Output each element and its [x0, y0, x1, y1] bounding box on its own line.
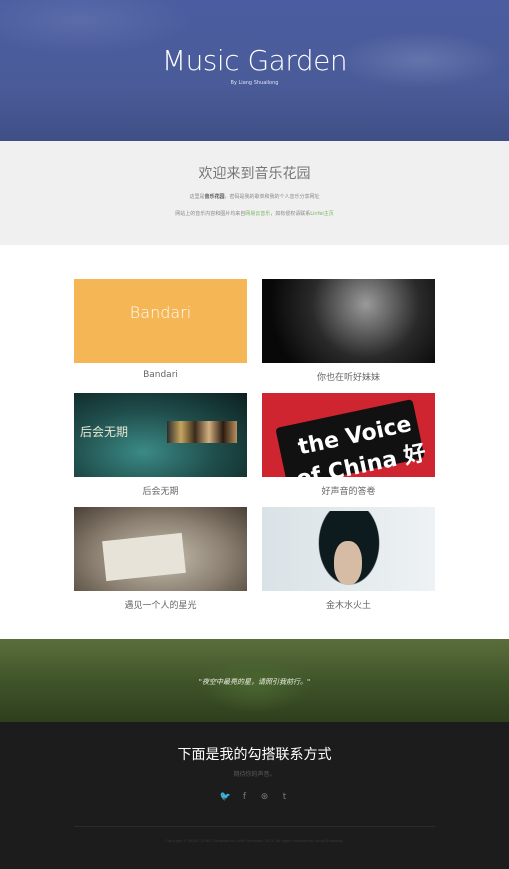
album-card-houhuiwuqi[interactable]: 后会无期 后会无期: [74, 393, 247, 507]
copyright-text: Copyright © MUSIC.ZONE. Designed by Linf…: [165, 839, 344, 843]
album-caption[interactable]: 好声音的答卷: [262, 484, 435, 497]
welcome-line-2-prefix: 网站上的音乐内容和图片均来自: [175, 211, 246, 217]
album-caption[interactable]: 后会无期: [74, 484, 247, 497]
paper-note: [102, 532, 186, 582]
welcome-heading: 欢迎来到音乐花园: [198, 166, 311, 182]
album-card-haomeimei[interactable]: 你也在听好妹妹: [262, 279, 435, 393]
twitter-icon[interactable]: 🐦: [220, 792, 231, 802]
site-name-bold: 音乐花园: [204, 194, 225, 200]
portrait-face: [334, 541, 362, 585]
album-thumb-portrait[interactable]: [262, 507, 435, 591]
welcome-line-1-prefix: 这里是: [189, 194, 205, 200]
social-links: 🐦 f ⊛ t: [0, 792, 509, 802]
cast-faces-strip: [167, 421, 237, 443]
album-caption[interactable]: 你也在听好妹妹: [262, 370, 435, 383]
welcome-section: 欢迎来到音乐花园 这里是音乐花园，密码是我的歌单和我的个人音乐分享网址 网站上的…: [0, 141, 509, 245]
hero-banner: Music Garden By Liang Shuailong: [0, 0, 509, 141]
quote-text: "夜空中最亮的星，请照引我前行。": [198, 678, 311, 686]
footer: 下面是我的勾搭联系方式 期待你的声音。 🐦 f ⊛ t Copyright © …: [0, 722, 509, 869]
facebook-icon[interactable]: f: [240, 792, 250, 802]
album-thumb-bandari[interactable]: Bandari: [74, 279, 247, 363]
site-byline: By Liang Shuailong: [230, 80, 279, 86]
footer-divider: [74, 826, 435, 827]
welcome-line-2-mid: ，如有侵权请联系: [270, 211, 311, 217]
footer-heading: 下面是我的勾搭联系方式: [177, 747, 332, 763]
album-thumb-handwritten-note[interactable]: [74, 507, 247, 591]
album-card-starlight[interactable]: 遇见一个人的星光: [74, 507, 247, 621]
netease-link[interactable]: 网易云音乐: [245, 211, 270, 217]
album-thumb-text: Bandari: [129, 303, 192, 322]
dribbble-icon[interactable]: ⊛: [260, 792, 270, 802]
tumblr-icon[interactable]: t: [280, 792, 290, 802]
album-grid: Bandari Bandari 你也在听好妹妹 后会无期 后会无期 the Vo…: [74, 245, 435, 621]
footer-subtitle: 期待你的声音。: [233, 771, 276, 778]
quote-banner: "夜空中最亮的星，请照引我前行。": [0, 639, 509, 722]
album-thumb-voice-logo[interactable]: the Voice of China 好声音: [262, 393, 435, 477]
album-caption[interactable]: 遇见一个人的星光: [74, 598, 247, 611]
welcome-line-1: 这里是音乐花园，密码是我的歌单和我的个人音乐分享网址: [0, 193, 509, 200]
welcome-line-2: 网站上的音乐内容和图片均来自网易云音乐，如有侵权请联系Linfei主页: [0, 210, 509, 217]
site-title: Music Garden: [161, 44, 348, 77]
welcome-line-1-suffix: ，密码是我的歌单和我的个人音乐分享网址: [224, 194, 320, 200]
album-thumb-text: 后会无期: [80, 425, 129, 439]
album-thumb-concert-photo[interactable]: [262, 279, 435, 363]
album-caption[interactable]: Bandari: [74, 370, 247, 380]
album-card-voice[interactable]: the Voice of China 好声音 好声音的答卷: [262, 393, 435, 507]
album-caption[interactable]: 金木水火土: [262, 598, 435, 611]
album-card-bandari[interactable]: Bandari Bandari: [74, 279, 247, 393]
linfei-link[interactable]: Linfei主页: [310, 211, 334, 217]
album-card-jinmu[interactable]: 金木水火土: [262, 507, 435, 621]
album-thumb-movie-poster[interactable]: 后会无期: [74, 393, 247, 477]
